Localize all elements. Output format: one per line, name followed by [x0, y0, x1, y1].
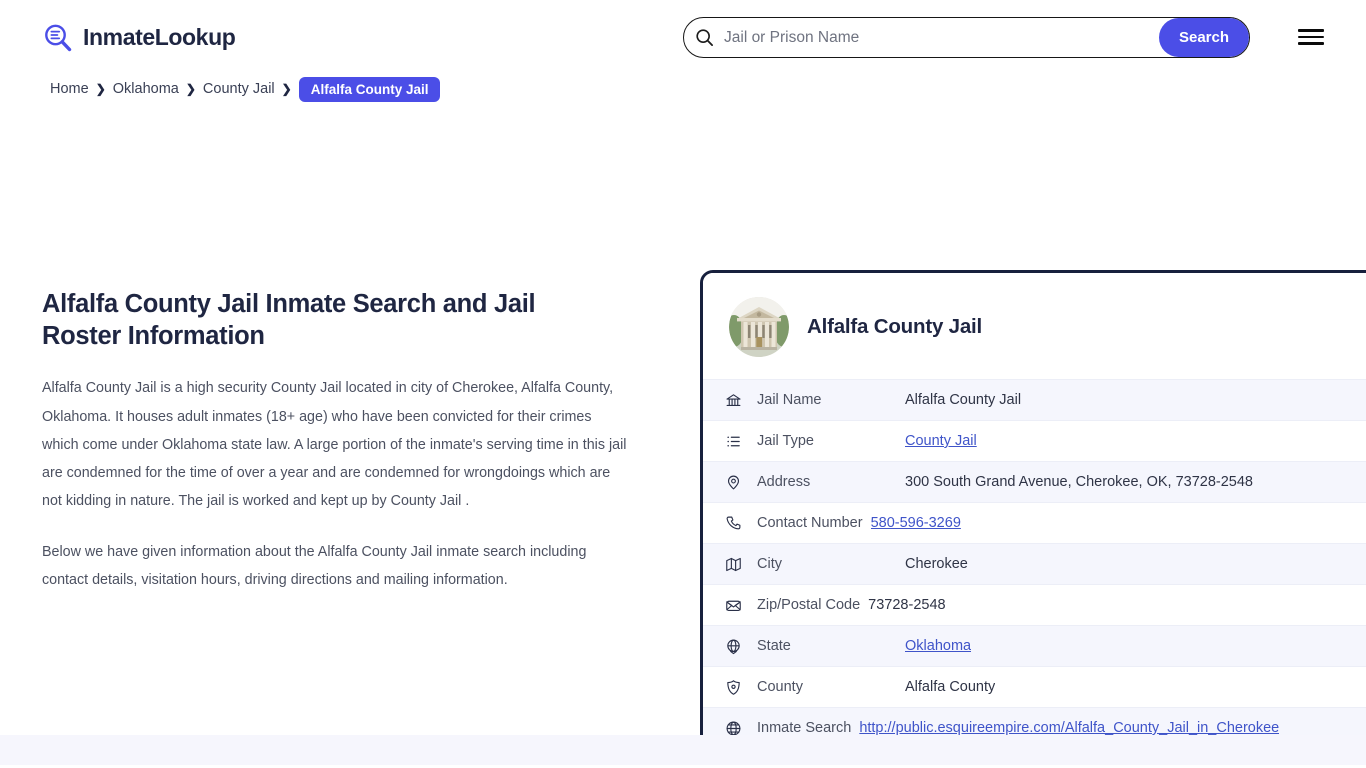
intro-paragraph: Alfalfa County Jail is a high security C… [42, 380, 627, 510]
row-value: Cherokee [905, 556, 968, 572]
globe-badge-icon [725, 638, 757, 655]
table-row: Contact Number 580-596-3269 [703, 502, 1366, 543]
row-value[interactable]: Oklahoma [905, 638, 971, 654]
hamburger-bar [1298, 35, 1324, 39]
row-label: Jail Name [757, 392, 822, 408]
card-title: Alfalfa County Jail [807, 315, 983, 338]
row-label: City [757, 556, 782, 572]
hamburger-bar [1298, 42, 1324, 45]
site-header: InmateLookup Search [0, 0, 1366, 75]
breadcrumb-link-2[interactable]: County Jail [203, 81, 275, 97]
table-row: Zip/Postal Code 73728-2548 [703, 584, 1366, 625]
envelope-icon [725, 597, 757, 614]
chevron-right-icon: ❯ [281, 82, 292, 96]
breadcrumb-link-1[interactable]: Oklahoma [113, 81, 179, 97]
breadcrumb-current: Alfalfa County Jail [298, 76, 441, 102]
phone-icon [725, 515, 757, 532]
page-title: Alfalfa County Jail Inmate Search and Ja… [42, 290, 536, 351]
row-value: Alfalfa County Jail [905, 392, 1022, 408]
chevron-right-icon: ❯ [185, 82, 196, 96]
row-value-link[interactable]: 580-596-3269 [871, 515, 961, 531]
list-icon [725, 433, 757, 450]
hamburger-bar [1298, 29, 1324, 32]
breadcrumb: Home ❯ Oklahoma ❯ County Jail ❯ Alfalfa County… [0, 75, 1366, 103]
secondary-paragraph: Below we have given information about th… [42, 543, 587, 589]
search-button[interactable]: Search [1159, 18, 1249, 57]
search-bar[interactable]: Search [683, 17, 1250, 58]
magnifier-list-icon [42, 22, 74, 54]
row-value-link[interactable]: http://public.esquireempire.com/Alfalfa_… [859, 720, 1279, 736]
row-label: Address [757, 474, 811, 490]
map-icon [725, 556, 757, 573]
row-value: Alfalfa County [905, 679, 996, 695]
brand-name: InmateLookup [83, 24, 236, 50]
search-icon [684, 28, 724, 47]
jail-info-card: Alfalfa County Jail Jail Name Alfalfa Cou… [700, 270, 1366, 751]
article-column: Alfalfa County Jail Inmate Search and Ja… [42, 288, 642, 616]
card-header: Alfalfa County Jail [703, 273, 1366, 379]
shield-icon [725, 679, 757, 696]
table-row: Jail Name Alfalfa County Jail [703, 379, 1366, 420]
row-value[interactable]: County Jail [905, 433, 977, 449]
hamburger-menu-icon[interactable] [1298, 26, 1324, 48]
footer-strip [0, 735, 1366, 765]
row-value: 73728-2548 [868, 597, 946, 613]
row-label: Inmate Search [757, 720, 852, 736]
row-label: Jail Type [757, 433, 814, 449]
row-label: Zip/Postal Code [757, 597, 861, 613]
table-row: Address 300 South Grand Avenue, Cherokee,… [703, 461, 1366, 502]
row-value: 300 South Grand Avenue, Cherokee, OK, 73… [905, 474, 1253, 490]
courthouse-photo [729, 297, 789, 357]
row-value[interactable]: http://public.esquireempire.com/Alfalfa_… [859, 720, 1279, 736]
page-body: Alfalfa County Jail Inmate Search and Ja… [0, 103, 1366, 765]
brand-logo[interactable]: InmateLookup [42, 22, 236, 54]
row-label: County [757, 679, 803, 695]
search-input[interactable] [724, 18, 1159, 57]
jail-detail-table: Jail Name Alfalfa County Jail Jail Type Cou… [703, 379, 1366, 748]
globe-icon [725, 720, 757, 737]
chevron-right-icon: ❯ [95, 82, 106, 96]
table-row: City Cherokee [703, 543, 1366, 584]
row-label: State [757, 638, 791, 654]
table-row: County Alfalfa County [703, 666, 1366, 707]
map-pin-icon [725, 474, 757, 491]
row-value-link[interactable]: Oklahoma [905, 638, 971, 654]
row-value[interactable]: 580-596-3269 [871, 515, 961, 531]
table-row: State Oklahoma [703, 625, 1366, 666]
table-row: Jail Type County Jail [703, 420, 1366, 461]
row-value-link[interactable]: County Jail [905, 433, 977, 449]
row-label: Contact Number [757, 515, 863, 531]
bank-icon [725, 392, 757, 409]
breadcrumb-link-0[interactable]: Home [50, 81, 89, 97]
